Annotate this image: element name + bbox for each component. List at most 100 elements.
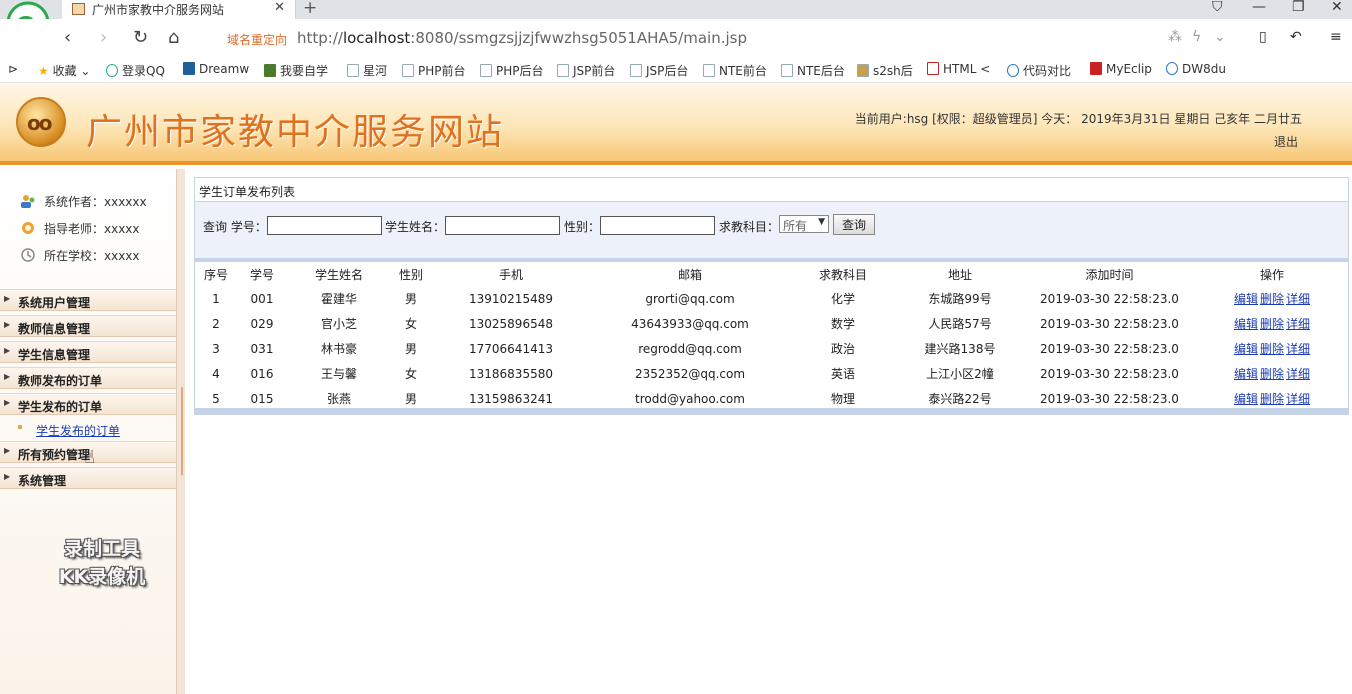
query-button[interactable]: 查询 xyxy=(833,214,875,235)
restore-icon[interactable]: ❐ xyxy=(1292,0,1305,15)
bookmarks-toggle-icon[interactable]: ⊳ xyxy=(8,62,18,76)
hand-cursor-icon: ☝ xyxy=(84,447,95,468)
tab-close-icon[interactable]: ✕ xyxy=(274,0,285,15)
bookmark-item[interactable]: HTML < xyxy=(927,62,990,76)
student-name-input[interactable] xyxy=(445,216,560,235)
bookmark-item[interactable]: MyEclip xyxy=(1090,62,1152,76)
menu-teacher-info[interactable]: ▶ 教师信息管理 xyxy=(0,315,176,337)
col-actions: 操作 xyxy=(1196,262,1348,286)
cell-add-time: 2019-03-30 22:58:23.0 xyxy=(1040,341,1179,356)
edit-link[interactable]: 编辑 xyxy=(1234,292,1258,306)
window-close-icon[interactable]: ✕ xyxy=(1331,0,1343,15)
bookmark-item[interactable]: 星河 xyxy=(347,62,387,79)
cell-actions: 编辑 删除 详细 xyxy=(1196,336,1348,361)
delete-link[interactable]: 删除 xyxy=(1260,367,1284,381)
delete-link[interactable]: 删除 xyxy=(1260,292,1284,306)
splitter-grip-icon[interactable] xyxy=(179,387,183,475)
menu-teacher-orders[interactable]: ▶ 教师发布的订单 xyxy=(0,367,176,389)
subject-select[interactable]: 所有 ▼ xyxy=(779,215,829,233)
reader-icon[interactable]: ▯ xyxy=(1259,29,1267,45)
chevron-down-icon[interactable]: ⌄ xyxy=(1214,29,1226,45)
bookmark-item[interactable]: Dreamw xyxy=(183,62,249,76)
gender-input[interactable] xyxy=(600,216,715,235)
home-icon[interactable]: ⌂ xyxy=(168,27,179,48)
cell-subject: 英语 xyxy=(830,367,855,381)
bookmark-item[interactable]: JSP前台 xyxy=(557,62,615,79)
cell-email: 2352352@qq.com xyxy=(634,366,746,381)
cell-add-time: 2019-03-30 22:58:23.0 xyxy=(1040,291,1179,306)
edit-link[interactable]: 编辑 xyxy=(1234,317,1258,331)
bookmark-item[interactable]: JSP后台 xyxy=(630,62,688,79)
cell-actions: 编辑 删除 详细 xyxy=(1196,311,1348,336)
order-list-panel: 学生订单发布列表 查询 学号： 学生姓名： 性别： 求教科目： 所有 ▼ 查询 序… xyxy=(194,177,1349,415)
detail-link[interactable]: 详细 xyxy=(1286,317,1310,331)
student-no-input[interactable] xyxy=(267,216,382,235)
detail-link[interactable]: 详细 xyxy=(1286,392,1310,406)
sidebar: 系统作者：xxxxxx 指导老师：xxxxx 所在学校：xxxxx ▶ 系统用户管… xyxy=(0,169,176,694)
undo-icon[interactable]: ↶ xyxy=(1290,29,1302,45)
table-row: 2 029 官小芝 女 13025896548 43643933@qq.com … xyxy=(195,311,1348,336)
new-tab-icon[interactable]: + xyxy=(303,0,317,18)
edit-link[interactable]: 编辑 xyxy=(1234,392,1258,406)
cell-student-no: 029 xyxy=(250,316,274,331)
logout-link[interactable]: 退出 xyxy=(1274,133,1298,150)
order-table: 序号 学号 学生姓名 性别 手机 邮箱 求教科目 地址 添加时间 操作 1 00… xyxy=(195,262,1348,411)
cell-subject: 化学 xyxy=(830,292,855,306)
grid-icon[interactable]: ⁂ xyxy=(1168,29,1182,45)
bookmark-item[interactable]: 登录QQ xyxy=(106,62,165,79)
table-row: 1 001 霍建华 男 13910215489 grorti@qq.com 化学… xyxy=(195,286,1348,311)
detail-link[interactable]: 详细 xyxy=(1286,292,1310,306)
bookmark-item[interactable]: s2sh后 xyxy=(857,62,913,79)
cell-student-name: 林书豪 xyxy=(320,342,357,356)
delete-link[interactable]: 删除 xyxy=(1260,317,1284,331)
cell-index: 1 xyxy=(212,291,220,306)
reload-icon[interactable]: ↻ xyxy=(133,27,148,48)
author-info: 系统作者：xxxxxx xyxy=(20,193,147,210)
cell-student-no: 016 xyxy=(250,366,274,381)
delete-link[interactable]: 删除 xyxy=(1260,392,1284,406)
menu-student-info[interactable]: ▶ 学生信息管理 xyxy=(0,341,176,363)
bookmark-item[interactable]: NTE前台 xyxy=(703,62,767,79)
url-field[interactable]: http://localhost:8080/ssmgzsjjzjfwwzhsg5… xyxy=(297,29,747,47)
col-student-no: 学号 xyxy=(237,262,287,286)
redirect-label[interactable]: 域名重定向 xyxy=(227,31,287,48)
bookmark-item[interactable]: 代码对比 xyxy=(1007,62,1071,79)
menu-system-users[interactable]: ▶ 系统用户管理 xyxy=(0,289,176,311)
school-icon xyxy=(21,248,35,262)
lightning-icon[interactable]: ϟ xyxy=(1192,29,1201,45)
menu-icon[interactable]: ≡ xyxy=(1330,29,1342,45)
teacher-icon xyxy=(22,222,34,234)
cell-email: regrodd@qq.com xyxy=(638,341,742,356)
cell-gender: 女 xyxy=(404,367,417,381)
shirt-skin-icon[interactable]: ⛉ xyxy=(1212,0,1223,15)
minimize-icon[interactable]: — xyxy=(1252,0,1266,15)
bookmark-item[interactable]: NTE后台 xyxy=(781,62,845,79)
col-address: 地址 xyxy=(897,262,1023,286)
menu-system-manage[interactable]: ▶ 系统管理 xyxy=(0,467,176,489)
bookmark-item[interactable]: PHP后台 xyxy=(480,62,544,79)
submenu-student-orders-link[interactable]: 学生发布的订单 xyxy=(36,422,120,439)
forward-icon[interactable]: › xyxy=(100,27,107,48)
bullet-icon xyxy=(18,425,22,429)
bookmark-item[interactable]: PHP前台 xyxy=(402,62,466,79)
menu-student-orders[interactable]: ▶ 学生发布的订单 xyxy=(0,393,176,415)
edit-link[interactable]: 编辑 xyxy=(1234,367,1258,381)
cell-student-name: 王与馨 xyxy=(320,367,357,381)
sidebar-splitter[interactable] xyxy=(176,169,185,694)
recording-watermark: 录制工具 KK录像机 xyxy=(58,538,146,588)
detail-link[interactable]: 详细 xyxy=(1286,367,1310,381)
menu-arrow-icon: ▶ xyxy=(4,372,11,381)
bookmark-item[interactable]: ★ 收藏 ⌄ xyxy=(38,62,90,79)
detail-link[interactable]: 详细 xyxy=(1286,342,1310,356)
submenu-student-orders[interactable]: 学生发布的订单 xyxy=(0,417,176,441)
teacher-info: 指导老师：xxxxx xyxy=(20,220,140,237)
browser-tab[interactable]: 广州市家教中介服务网站 ✕ xyxy=(62,0,296,19)
back-icon[interactable]: ‹ xyxy=(64,27,71,48)
delete-link[interactable]: 删除 xyxy=(1260,342,1284,356)
edit-link[interactable]: 编辑 xyxy=(1234,342,1258,356)
menu-arrow-icon: ▶ xyxy=(4,320,11,329)
menu-arrow-icon: ▶ xyxy=(4,472,11,481)
bookmark-item[interactable]: DW8du xyxy=(1166,62,1226,76)
panel-title: 学生订单发布列表 xyxy=(199,185,296,199)
bookmark-item[interactable]: 我要自学 xyxy=(264,62,328,79)
